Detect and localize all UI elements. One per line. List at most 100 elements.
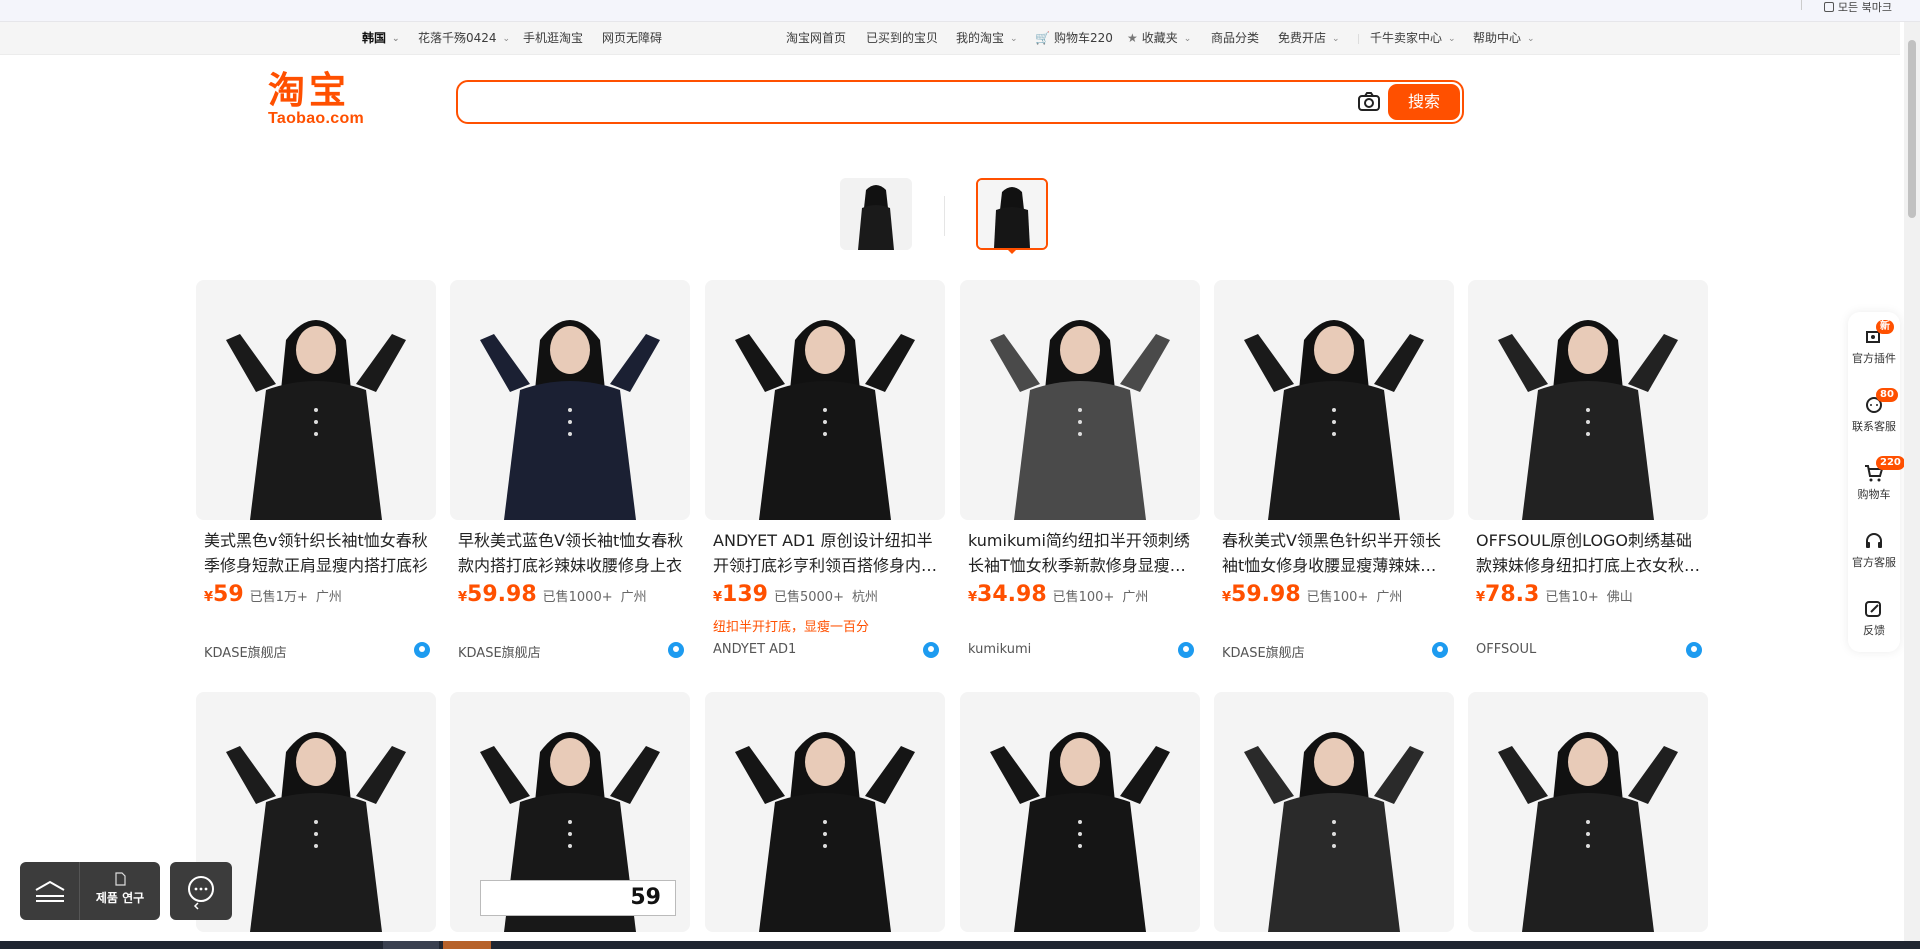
product-image[interactable] [1468, 692, 1708, 932]
product-image[interactable] [1468, 280, 1708, 520]
taskbar-app-active[interactable] [443, 941, 491, 949]
product-image[interactable] [705, 692, 945, 932]
price-row: ¥34.98 已售100+ 广州 [968, 582, 1148, 610]
product-price: 78.3 [1485, 582, 1540, 607]
product-title[interactable]: ANDYET AD1 原创设计纽扣半开领打底衫亨利领百搭修身内搭上衣 [713, 528, 941, 578]
product-image[interactable] [960, 280, 1200, 520]
currency-symbol: ¥ [713, 590, 723, 605]
star-icon: ★ [1127, 31, 1138, 45]
shop-name[interactable]: KDASE旗舰店 [204, 642, 287, 661]
sidebar-contact-service[interactable]: 80 联系客服 [1848, 384, 1900, 444]
product-image[interactable] [196, 280, 436, 520]
nav-categories[interactable]: 商品分类 [1211, 22, 1259, 55]
scrollbar-thumb[interactable] [1908, 40, 1916, 218]
page-scrollbar[interactable] [1904, 22, 1920, 941]
product-image[interactable] [450, 280, 690, 520]
product-image[interactable] [960, 692, 1200, 932]
nav-label: 韩国 [362, 31, 387, 45]
search-input[interactable] [470, 88, 1350, 116]
product-research-button[interactable]: 제품 연구 [82, 872, 158, 906]
product-title[interactable]: 美式黑色v领针织长袖t恤女春秋季修身短款正肩显瘦内搭打底衫 [204, 528, 432, 578]
product-title[interactable]: OFFSOUL原创LOGO刺绣基础款辣妹修身纽扣打底上衣女秋季新款 [1476, 528, 1704, 578]
nav-cart[interactable]: 🛒 购物车220 [1035, 22, 1113, 55]
shop-name[interactable]: OFFSOUL [1476, 642, 1536, 657]
wangwang-chat-icon[interactable] [923, 642, 939, 658]
ship-city: 佛山 [1606, 590, 1633, 605]
chat-bubble-icon [188, 876, 214, 910]
wangwang-chat-icon[interactable] [1686, 642, 1702, 658]
nav-help-center[interactable]: 帮助中心 ⌄ [1473, 22, 1535, 55]
nav-label: 收藏夹 [1141, 31, 1178, 45]
nav-label: 免费开店 [1278, 31, 1327, 45]
shop-name[interactable]: kumikumi [968, 642, 1031, 657]
shop-name[interactable]: ANDYET AD1 [713, 642, 796, 657]
all-bookmarks-button[interactable]: 모든 북마크 [1823, 0, 1892, 14]
sidebar-feedback[interactable]: 反馈 [1848, 588, 1900, 648]
camera-icon[interactable] [1356, 90, 1382, 114]
nav-region[interactable]: 韩国 ⌄ [362, 22, 400, 55]
nav-username[interactable]: 花落千殇0424 ⌄ [418, 22, 510, 55]
sidebar-label: 官方插件 [1852, 352, 1896, 365]
nav-my-taobao[interactable]: 我的淘宝 ⌄ [956, 22, 1018, 55]
sold-count: 已售5000+ [773, 590, 844, 605]
price-row: ¥139 已售5000+ 杭州 [713, 582, 878, 610]
currency-symbol: ¥ [968, 590, 978, 605]
product-image[interactable] [196, 692, 436, 932]
document-icon [115, 872, 126, 886]
site-top-nav: 韩国 ⌄ 花落千殇0424 ⌄ 手机逛淘宝 网页无障碍 淘宝网首页 已买到的宝贝 我… [0, 22, 1900, 55]
product-image[interactable]: 59 [450, 692, 690, 932]
sidebar-label: 联系客服 [1852, 420, 1896, 433]
wangwang-chat-icon[interactable] [668, 642, 684, 658]
wangwang-chat-icon[interactable] [414, 642, 430, 658]
search-bar: 搜索 [456, 80, 1464, 124]
layers-icon [35, 880, 65, 902]
nav-label: 商品分类 [1211, 31, 1260, 45]
collapse-button[interactable] [20, 862, 80, 920]
ship-city: 杭州 [851, 590, 878, 605]
nav-label: 网页无障碍 [602, 31, 663, 45]
currency-symbol: ¥ [204, 590, 214, 605]
search-button[interactable]: 搜索 [1388, 84, 1460, 120]
nav-label: 淘宝网首页 [786, 31, 847, 45]
chevron-down-icon: ⌄ [1010, 34, 1018, 44]
product-image[interactable] [1214, 280, 1454, 520]
product-title[interactable]: 春秋美式V领黑色针织半开领长袖t恤女修身收腰显瘦薄辣妹上衣 [1222, 528, 1450, 578]
product-image[interactable] [1214, 692, 1454, 932]
nav-accessibility[interactable]: 网页无障碍 [602, 22, 662, 55]
wangwang-chat-icon[interactable] [1432, 642, 1448, 658]
nav-label: 千牛卖家中心 [1370, 31, 1443, 45]
sidebar-official-service[interactable]: 官方客服 [1848, 520, 1900, 580]
nav-favorites[interactable]: ★ 收藏夹 ⌄ [1127, 22, 1191, 55]
nav-taobao-home[interactable]: 淘宝网首页 [786, 22, 846, 55]
product-title[interactable]: kumikumi简约纽扣半开领刺绣长袖T恤女秋季新款修身显瘦上衣 [968, 528, 1196, 578]
product-image[interactable] [705, 280, 945, 520]
price-row: ¥59.98 已售100+ 广州 [1222, 582, 1402, 610]
product-price: 59 [213, 582, 244, 607]
nav-bought-items[interactable]: 已买到的宝贝 [866, 22, 938, 55]
sidebar-cart[interactable]: 220 购物车 [1848, 452, 1905, 512]
chevron-down-icon: ⌄ [502, 34, 511, 44]
sidebar-label: 反馈 [1863, 624, 1885, 637]
taobao-logo[interactable]: 淘宝 Taobao.com [268, 70, 378, 132]
product-title[interactable]: 早秋美式蓝色V领长袖t恤女春秋款内搭打底衫辣妹收腰修身上衣 [458, 528, 686, 578]
floating-chat-button[interactable] [170, 862, 232, 920]
taskbar-app[interactable] [383, 941, 439, 949]
shop-name[interactable]: KDASE旗舰店 [1222, 642, 1305, 661]
shop-name[interactable]: KDASE旗舰店 [458, 642, 541, 661]
search-image-thumb[interactable] [840, 178, 912, 250]
search-image-thumb-selected[interactable] [976, 178, 1048, 250]
nav-label: 已买到的宝贝 [866, 31, 939, 45]
wangwang-chat-icon[interactable] [1178, 642, 1194, 658]
nav-open-shop[interactable]: 免费开店 ⌄ [1278, 22, 1340, 55]
chevron-down-icon: ⌄ [1332, 34, 1340, 44]
nav-mobile-taobao[interactable]: 手机逛淘宝 [523, 22, 583, 55]
image-search-thumbnails [0, 178, 1920, 258]
browser-bookmark-bar: 모든 북마크 [0, 0, 1920, 22]
chevron-down-icon: ⌄ [392, 34, 400, 44]
sidebar-label: 购物车 [1857, 488, 1891, 501]
nav-seller-center[interactable]: 千牛卖家中心 ⌄ [1370, 22, 1456, 55]
sidebar-official-plugin[interactable]: 新 官方插件 [1848, 316, 1900, 376]
currency-symbol: ¥ [1222, 590, 1232, 605]
logo-chinese: 淘宝 [268, 68, 350, 112]
product-price: 139 [722, 582, 768, 607]
